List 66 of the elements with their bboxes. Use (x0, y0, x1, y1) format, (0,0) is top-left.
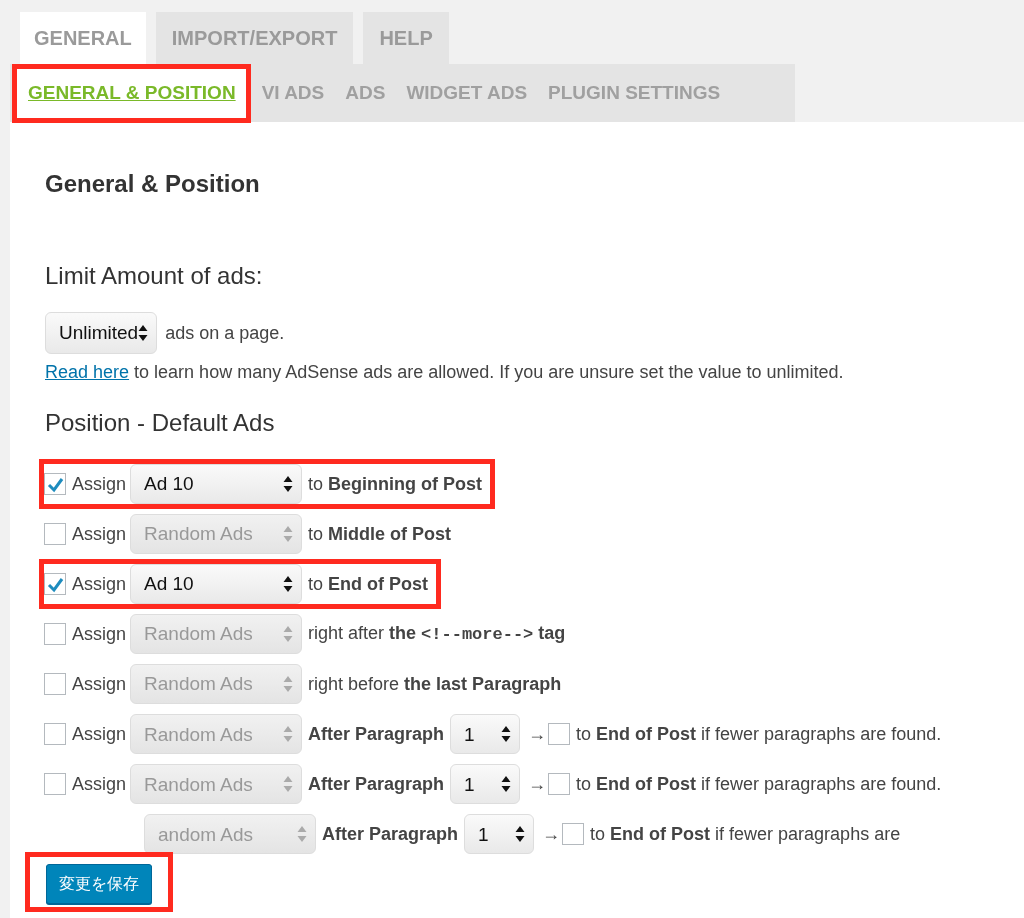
sub-tab[interactable]: GENERAL & POSITION (17, 68, 246, 118)
checkbox[interactable] (548, 723, 571, 745)
checkbox[interactable] (44, 523, 66, 545)
main-tab[interactable]: HELP (363, 12, 449, 64)
position-heading: Position - Default Ads (45, 409, 276, 437)
assign-label: Assign (72, 574, 127, 594)
checkbox[interactable] (548, 773, 571, 795)
ad-select[interactable]: 1 (450, 764, 521, 804)
updown-arrows-icon (283, 675, 294, 693)
placement-text: to Middle of Post (308, 524, 452, 544)
updown-arrows-icon (138, 324, 149, 342)
checkbox[interactable] (44, 673, 66, 695)
updown-arrows-icon (283, 725, 294, 743)
section-heading: General & Position (45, 170, 261, 198)
checkbox[interactable] (44, 573, 66, 595)
sub-tab[interactable]: ADS (334, 63, 396, 123)
assign-label: Assign (72, 674, 127, 694)
updown-arrows-icon (297, 825, 307, 843)
ad-select[interactable]: 1 (450, 714, 521, 754)
arrow-glyph: → (528, 773, 547, 794)
assign-label: Assign (72, 474, 127, 494)
after-paragraph-label: After Paragraph (308, 723, 445, 744)
checkbox[interactable] (44, 473, 66, 495)
checkmark-icon (47, 576, 64, 593)
assign-label: Assign (72, 773, 127, 794)
sub-tab[interactable]: PLUGIN SETTINGS (537, 63, 731, 123)
limit-select[interactable]: Unlimited (45, 312, 158, 354)
updown-arrows-icon (515, 825, 526, 843)
sub-tab[interactable]: VI ADS (250, 63, 335, 123)
limit-heading: Limit Amount of ads: (45, 262, 264, 290)
read-here-link[interactable]: Read here (45, 362, 130, 382)
assign-label: Assign (72, 624, 127, 644)
checkbox[interactable] (44, 623, 66, 645)
assign-label: Assign (72, 723, 127, 744)
updown-arrows-icon (283, 775, 294, 793)
arrow-glyph: → (528, 723, 547, 744)
ad-select[interactable]: Ad 10 (130, 564, 303, 604)
updown-arrows-icon (283, 525, 294, 543)
placement-text: right after the <!--more--> tag (308, 623, 566, 643)
ad-select[interactable]: Ad 10 (130, 464, 303, 504)
checkbox[interactable] (44, 723, 66, 745)
ad-select[interactable]: 1 (464, 814, 535, 854)
limit-note: Read here to learn how many AdSense ads are allowed. If you are unsure set the value to unlimited. (45, 362, 845, 383)
after-paragraph-label: After Paragraph (322, 823, 459, 844)
updown-arrows-icon (501, 775, 512, 793)
main-tab[interactable]: IMPORT/EXPORT (155, 12, 354, 64)
fallback-text: to End of Post if fewer paragraphs are (590, 823, 901, 844)
placement-text: to Beginning of Post (308, 474, 483, 494)
arrow-glyph: → (542, 823, 561, 844)
after-paragraph-label: After Paragraph (308, 773, 445, 794)
checkbox[interactable] (562, 823, 585, 845)
fallback-text: to End of Post if fewer paragraphs are found. (576, 773, 942, 794)
placement-text: right before the last Paragraph (308, 674, 562, 694)
checkbox[interactable] (44, 773, 66, 795)
checkmark-icon (47, 476, 64, 493)
updown-arrows-icon (283, 475, 294, 493)
main-tab[interactable]: GENERAL (20, 12, 146, 64)
assign-label: Assign (72, 524, 127, 544)
sub-tab[interactable]: WIDGET ADS (395, 63, 538, 123)
updown-arrows-icon (283, 625, 294, 643)
fallback-text: to End of Post if fewer paragraphs are found. (576, 723, 942, 744)
updown-arrows-icon (501, 725, 512, 743)
save-button[interactable]: 変更を保存 (46, 864, 152, 904)
limit-suffix: ads on a page. (165, 322, 285, 344)
updown-arrows-icon (283, 575, 294, 593)
placement-text: to End of Post (308, 574, 429, 594)
